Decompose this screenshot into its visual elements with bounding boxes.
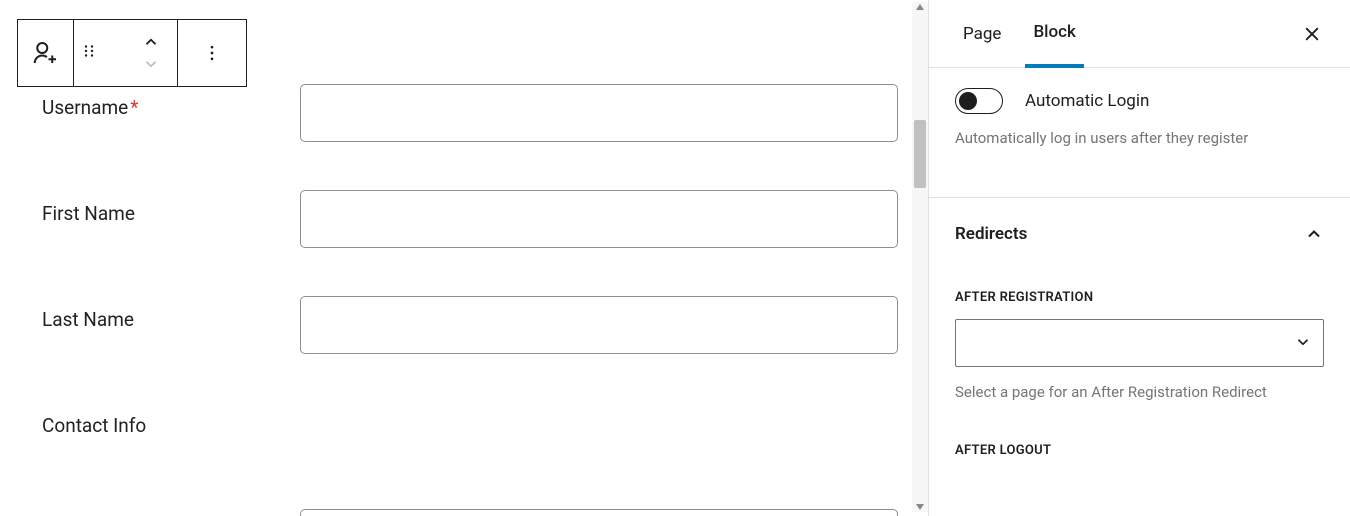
more-options-button[interactable] [188,20,236,86]
after-registration-label: AFTER REGISTRATION [955,290,1324,305]
after-registration-block: AFTER REGISTRATION Select a page for an … [955,290,1324,401]
field-label: First Name [42,190,300,225]
scroll-up-arrow[interactable] [915,2,925,12]
after-registration-select[interactable] [955,319,1324,367]
tab-block[interactable]: Block [1025,0,1083,68]
after-logout-label: AFTER LOGOUT [955,443,1324,458]
move-up-button[interactable] [142,31,160,53]
field-row-first-name: First Name [42,190,900,248]
scrollbar-thumb[interactable] [914,120,926,188]
close-icon [1302,24,1322,44]
sidebar-panel-body: Automatic Login Automatically log in use… [929,68,1350,458]
field-row-email: E-mail* [42,509,900,516]
field-row-username: Username* [42,84,900,142]
chevron-up-icon [142,36,160,48]
form-fields: Username* First Name Last Name Contact I… [42,84,900,516]
chevron-down-icon [142,58,160,70]
after-registration-help: Select a page for an After Registration … [955,383,1324,401]
toggle-knob [959,92,977,110]
drag-handle[interactable] [80,42,120,64]
redirects-section-toggle[interactable]: Redirects [955,198,1324,254]
block-type-button[interactable] [22,20,70,86]
required-asterisk: * [130,96,138,119]
automatic-login-label: Automatic Login [1025,91,1149,111]
automatic-login-toggle[interactable] [955,88,1003,114]
automatic-login-row: Automatic Login [955,88,1324,114]
first-name-input[interactable] [300,190,898,248]
editor-canvas: Username* First Name Last Name Contact I… [0,0,912,516]
inspector-sidebar: Page Block Automatic Login Automatically… [928,0,1350,516]
email-input[interactable] [300,509,898,516]
close-sidebar-button[interactable] [1300,22,1324,46]
move-down-button[interactable] [142,53,160,75]
more-vertical-icon [202,43,222,63]
scroll-down-arrow[interactable] [915,502,925,512]
last-name-input[interactable] [300,296,898,354]
field-row-last-name: Last Name [42,296,900,354]
redirects-title: Redirects [955,224,1027,244]
drag-handle-icon [80,42,98,60]
field-label: Last Name [42,296,300,331]
block-toolbar [17,19,247,87]
section-heading-contact-info: Contact Info [42,402,900,437]
vertical-scrollbar[interactable] [912,2,928,512]
chevron-up-icon [1304,224,1324,244]
field-label: Username* [42,84,300,119]
field-label: E-mail* [42,509,300,516]
automatic-login-help: Automatically log in users after they re… [955,128,1324,149]
after-logout-block: AFTER LOGOUT [955,443,1324,458]
username-input[interactable] [300,84,898,142]
tab-page[interactable]: Page [955,0,1009,68]
user-plus-icon [31,38,61,68]
sidebar-tabs: Page Block [929,0,1350,68]
